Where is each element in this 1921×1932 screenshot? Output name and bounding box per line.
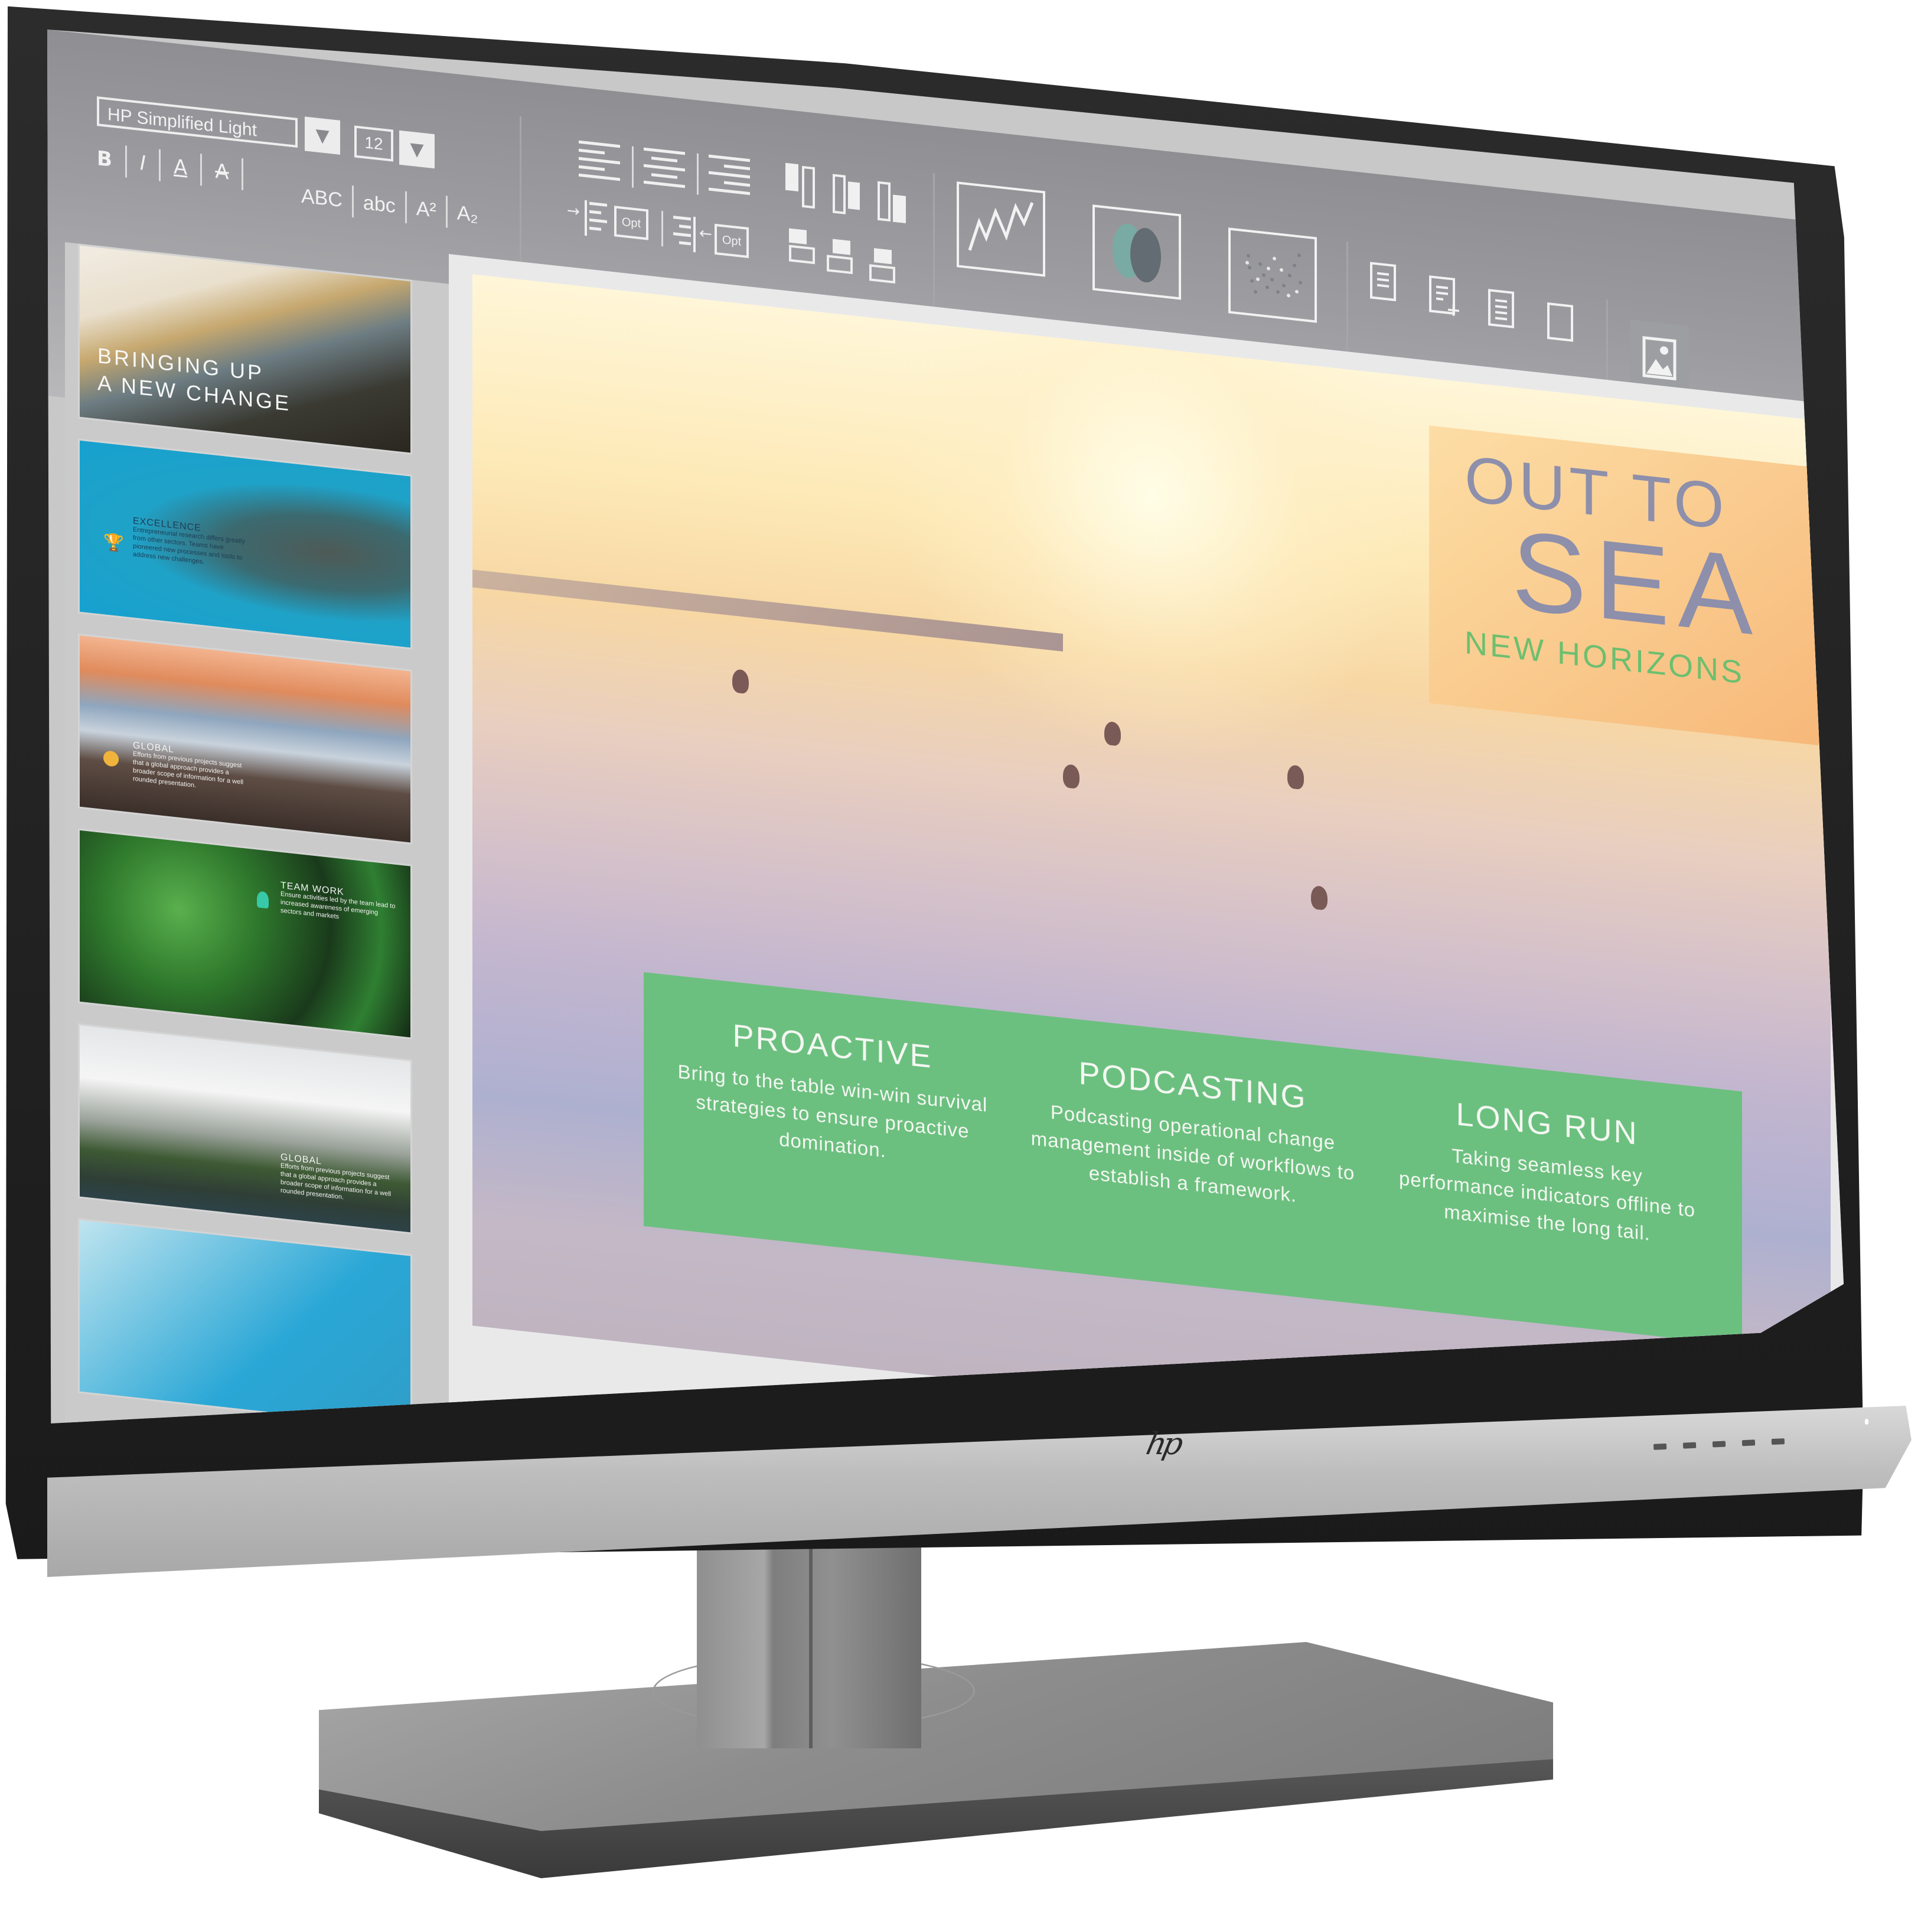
screen: HP Simplified Light ▼ 12 ▼ B I A A ABC a… <box>47 30 1844 1423</box>
slide-thumbnail-3[interactable]: GLOBAL Efforts from previous projects su… <box>78 633 412 845</box>
person-icon <box>257 891 269 909</box>
outdent-arrow-icon: ← <box>699 224 712 244</box>
slide-thumbnail-5[interactable]: GLOBAL Efforts from previous projects su… <box>78 1023 412 1234</box>
indent-arrow-icon: → <box>567 201 580 221</box>
divider <box>632 146 634 188</box>
chevron-down-icon: ▼ <box>315 124 330 147</box>
slide-background-surfer <box>1063 763 1079 790</box>
monitor: HP Simplified Light ▼ 12 ▼ B I A A ABC a… <box>0 0 1921 1583</box>
strikethrough-button[interactable]: A <box>215 159 229 185</box>
font-size-field[interactable]: 12 <box>354 125 393 162</box>
text-case-group: ABC abc A² A₂ <box>301 180 478 232</box>
slide-thumbnail-2[interactable]: 🏆 EXCELLENCE Entrepreneurial research di… <box>78 438 412 650</box>
divider <box>200 154 203 186</box>
lowercase-button[interactable]: abc <box>363 191 396 218</box>
slide-background-surfer <box>1287 764 1304 790</box>
osd-button[interactable] <box>1741 1439 1756 1446</box>
bold-button[interactable]: B <box>97 146 112 172</box>
outdent-options-button[interactable]: Opt <box>715 223 749 259</box>
content-column: PODCASTING Podcasting operational change… <box>1028 1049 1358 1216</box>
insert-line-chart-button[interactable] <box>957 181 1045 277</box>
font-family-dropdown-button[interactable]: ▼ <box>305 116 340 155</box>
osd-button[interactable] <box>1682 1442 1697 1449</box>
indent-options-button[interactable]: Opt <box>614 206 648 240</box>
chevron-down-icon: ▼ <box>410 138 424 161</box>
divider <box>405 191 407 224</box>
slide-background-surfer <box>1311 885 1328 911</box>
content-column: LONG RUN Taking seamless key performance… <box>1394 1089 1701 1253</box>
uppercase-button[interactable]: ABC <box>301 184 343 212</box>
slide-thumbnail-1[interactable]: BRINGING UP A NEW CHANGE <box>78 243 412 455</box>
slide-background-surfer <box>732 669 749 695</box>
product-photo: HP Simplified Light ▼ 12 ▼ B I A A ABC a… <box>0 0 1921 1932</box>
blank-document-icon[interactable] <box>1547 302 1573 342</box>
notepad-icon[interactable] <box>1370 262 1396 302</box>
divider <box>661 210 663 247</box>
italic-button[interactable]: I <box>140 151 146 175</box>
indent-icon[interactable] <box>585 200 608 242</box>
slide-background-sun <box>886 274 1417 791</box>
font-size-dropdown-button[interactable]: ▼ <box>399 130 435 169</box>
slide-thumbnail-6[interactable] <box>78 1218 412 1423</box>
insert-venn-diagram-button[interactable] <box>1092 204 1181 300</box>
globe-icon <box>103 750 119 767</box>
slide-editor-canvas: OUT TO SEA NEW HORIZONS PROACTIVE Bring … <box>449 254 1844 1423</box>
slide-thumbnail-panel: BRINGING UP A NEW CHANGE 🏆 EXCELLENCE En… <box>65 242 478 1423</box>
divider <box>242 158 244 191</box>
osd-button[interactable] <box>1653 1443 1667 1450</box>
align-center-icon[interactable] <box>644 147 689 191</box>
scatter-chart-icon <box>1245 253 1302 298</box>
power-button[interactable] <box>1771 1438 1785 1445</box>
venn-chart-icon <box>1113 223 1161 283</box>
text-format-group: B I A A <box>97 142 244 191</box>
align-left-icon[interactable] <box>579 140 624 184</box>
superscript-button[interactable]: A² <box>416 197 436 222</box>
font-family-select[interactable]: HP Simplified Light <box>97 96 298 148</box>
slide-thumbnail-4[interactable]: TEAM WORK Ensure activities led by the t… <box>78 828 412 1040</box>
trophy-icon: 🏆 <box>103 532 124 553</box>
underline-button[interactable]: A <box>174 155 187 180</box>
line-chart-icon <box>968 202 1034 251</box>
notepad-add-icon[interactable]: + <box>1429 275 1461 321</box>
power-indicator-led <box>1865 1419 1868 1425</box>
divider <box>697 153 699 195</box>
content-column: PROACTIVE Bring to the table win-win sur… <box>667 1010 998 1177</box>
divider <box>125 145 127 178</box>
outdent-icon[interactable] <box>673 214 697 256</box>
divider <box>351 185 354 218</box>
divider <box>158 149 161 181</box>
divider <box>445 196 448 228</box>
insert-scatter-chart-button[interactable] <box>1228 227 1317 323</box>
slide-content-panel[interactable]: PROACTIVE Bring to the table win-win sur… <box>644 972 1742 1345</box>
document-icon[interactable] <box>1488 289 1514 328</box>
osd-button[interactable] <box>1712 1441 1726 1448</box>
align-right-icon[interactable] <box>709 154 754 198</box>
current-slide[interactable]: OUT TO SEA NEW HORIZONS PROACTIVE Bring … <box>472 274 1831 1423</box>
subscript-button[interactable]: A₂ <box>457 201 478 227</box>
